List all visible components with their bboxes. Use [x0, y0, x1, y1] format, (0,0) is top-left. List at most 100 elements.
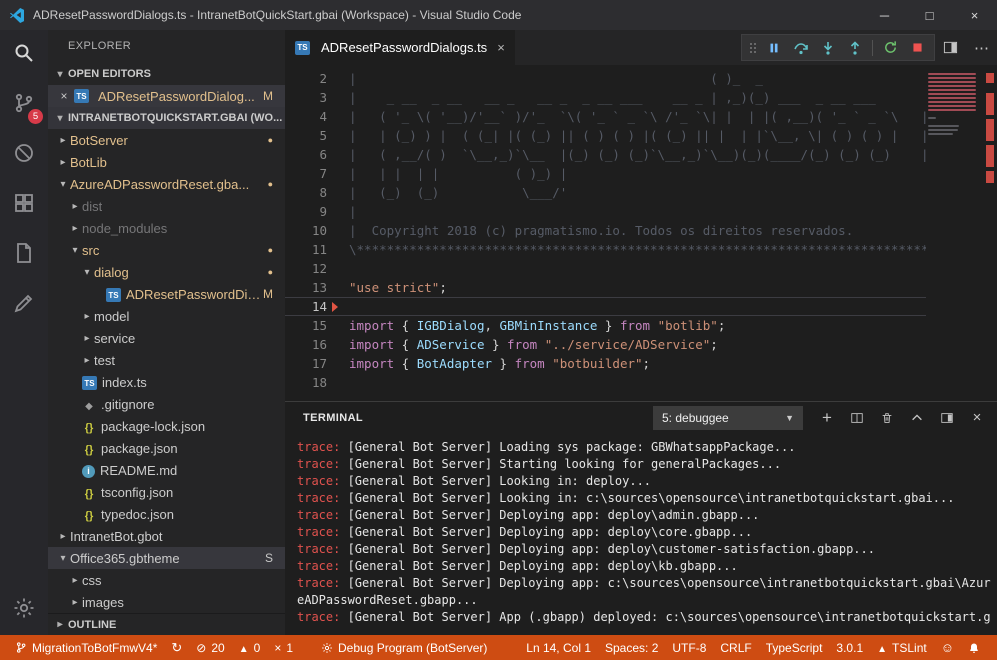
line-number[interactable]: 10 [285, 221, 327, 240]
status-problems-warnings[interactable]: ▲0 [232, 641, 268, 655]
move-panel-icon[interactable] [939, 410, 955, 426]
status-cursor-position[interactable]: Ln 14, Col 1 [519, 641, 598, 655]
open-editors-header[interactable]: ▾ OPEN EDITORS [48, 63, 285, 85]
activity-bar-item-source-control[interactable]: 5 [0, 80, 48, 130]
activity-bar-item-settings[interactable] [0, 585, 48, 635]
restart-button[interactable] [878, 36, 902, 60]
line-number[interactable]: 9 [285, 202, 327, 221]
code-line-15[interactable]: 15import { IGBDialog, GBMinInstance } fr… [285, 316, 997, 335]
tree-item-intranetbot-gbot[interactable]: ▸IntranetBot.gbot [48, 525, 285, 547]
status-language-mode[interactable]: TypeScript [759, 641, 830, 655]
status-close-count[interactable]: ×1 [267, 641, 300, 655]
tree-item-readme-md[interactable]: iREADME.md [48, 459, 285, 481]
line-number[interactable]: 13 [285, 278, 327, 297]
activity-bar-item-debug[interactable] [0, 130, 48, 180]
status-tslint-status[interactable]: ▲TSLint [870, 641, 934, 655]
line-number[interactable]: 15 [285, 316, 327, 335]
new-terminal-icon[interactable]: + [819, 410, 835, 426]
status-feedback[interactable]: ☺ [934, 641, 961, 655]
code-line-2[interactable]: 2| ( )_ _ | [285, 69, 997, 88]
code-line-17[interactable]: 17import { BotAdapter } from "botbuilder… [285, 354, 997, 373]
line-number[interactable]: 8 [285, 183, 327, 202]
code-line-14[interactable]: 14 [285, 297, 997, 316]
status-problems-errors[interactable]: ⊘20 [189, 641, 231, 655]
minimize-button[interactable]: ─ [862, 0, 907, 30]
status-typescript-version[interactable]: 3.0.1 [829, 641, 870, 655]
code-line-9[interactable]: 9| | [285, 202, 997, 221]
outline-header[interactable]: ▸ OUTLINE [48, 613, 285, 635]
tree-item-azureadpasswordreset-gba-[interactable]: ▾AzureADPasswordReset.gba...● [48, 173, 285, 195]
open-editor-item[interactable]: × TS ADResetPasswordDialog... M [48, 85, 285, 107]
status-encoding[interactable]: UTF-8 [665, 641, 713, 655]
line-number[interactable]: 5 [285, 126, 327, 145]
tree-item-office365-gbtheme[interactable]: ▾Office365.gbthemeS [48, 547, 285, 569]
line-number[interactable]: 14 [285, 297, 327, 316]
terminal-output[interactable]: trace: [General Bot Server] Loading sys … [285, 433, 997, 635]
tree-item-package-lock-json[interactable]: {}package-lock.json [48, 415, 285, 437]
tree-item-src[interactable]: ▾src● [48, 239, 285, 261]
activity-bar-item-extensions[interactable] [0, 180, 48, 230]
code-line-3[interactable]: 3| _ __ _ __ __ _ __ _ _ __ ___ __ _ | ,… [285, 88, 997, 107]
line-number[interactable]: 7 [285, 164, 327, 183]
close-tab-icon[interactable]: × [497, 40, 505, 55]
terminal-tab[interactable]: TERMINAL [303, 412, 363, 424]
drag-grip-icon[interactable] [747, 36, 759, 60]
line-number[interactable]: 6 [285, 145, 327, 164]
line-number[interactable]: 12 [285, 259, 327, 278]
code-line-5[interactable]: 5| | (_) ) | ( (_| |( (_) || ( ) ( ) |( … [285, 126, 997, 145]
code-line-7[interactable]: 7| | | | | ( )_) | | [285, 164, 997, 183]
code-line-4[interactable]: 4| ( '_ \( '__)/'__` )/'_ `\( '_ ` _ `\ … [285, 107, 997, 126]
close-button[interactable]: × [952, 0, 997, 30]
activity-bar-item-edit[interactable] [0, 280, 48, 330]
tree-item-test[interactable]: ▸test [48, 349, 285, 371]
line-number[interactable]: 17 [285, 354, 327, 373]
close-panel-icon[interactable]: × [969, 410, 985, 426]
tree-item-dialog[interactable]: ▾dialog● [48, 261, 285, 283]
line-number[interactable]: 2 [285, 69, 327, 88]
tab-adresetpassworddialogs[interactable]: TS ADResetPasswordDialogs.ts × [285, 30, 516, 65]
code-line-13[interactable]: 13"use strict"; [285, 278, 997, 297]
status-debug-config[interactable]: Debug Program (BotServer) [314, 641, 494, 655]
status-notifications[interactable] [961, 642, 987, 654]
split-terminal-icon[interactable] [849, 410, 865, 426]
status-git-branch[interactable]: MigrationToBotFmwV4* [8, 641, 164, 655]
status-sync[interactable]: ↻ [164, 641, 189, 655]
step-over-button[interactable] [789, 36, 813, 60]
status-indentation[interactable]: Spaces: 2 [598, 641, 665, 655]
maximize-panel-icon[interactable] [909, 410, 925, 426]
tree-item-botserver[interactable]: ▸BotServer● [48, 129, 285, 151]
tree-item-typedoc-json[interactable]: {}typedoc.json [48, 503, 285, 525]
tree-item--gitignore[interactable]: ◆.gitignore [48, 393, 285, 415]
status-eol[interactable]: CRLF [713, 641, 758, 655]
line-number[interactable]: 3 [285, 88, 327, 107]
tree-item-service[interactable]: ▸service [48, 327, 285, 349]
activity-bar-item-search[interactable] [0, 30, 48, 80]
tree-item-node-modules[interactable]: ▸node_modules [48, 217, 285, 239]
code-line-11[interactable]: 11\*************************************… [285, 240, 997, 259]
close-editor-icon[interactable]: × [56, 89, 72, 103]
more-actions-icon[interactable]: ⋯ [974, 39, 989, 57]
activity-bar-item-files[interactable] [0, 230, 48, 280]
tree-item-index-ts[interactable]: TSindex.ts [48, 371, 285, 393]
line-number[interactable]: 4 [285, 107, 327, 126]
line-number[interactable]: 16 [285, 335, 327, 354]
maximize-button[interactable]: □ [907, 0, 952, 30]
kill-terminal-icon[interactable] [879, 410, 895, 426]
line-number[interactable]: 18 [285, 373, 327, 392]
tree-item-adresetpassworddial-[interactable]: TSADResetPasswordDial...M [48, 283, 285, 305]
code-line-12[interactable]: 12 [285, 259, 997, 278]
code-line-8[interactable]: 8| (_) (_) \___/' | [285, 183, 997, 202]
overview-ruler[interactable] [983, 65, 997, 401]
step-out-button[interactable] [843, 36, 867, 60]
stop-button[interactable] [905, 36, 929, 60]
tree-item-images[interactable]: ▸images [48, 591, 285, 613]
tree-item-model[interactable]: ▸model [48, 305, 285, 327]
workspace-section-header[interactable]: ▾ INTRANETBOTQUICKSTART.GBAI (WO... [48, 107, 285, 129]
tree-item-botlib[interactable]: ▸BotLib [48, 151, 285, 173]
code-line-16[interactable]: 16import { ADService } from "../service/… [285, 335, 997, 354]
tree-item-css[interactable]: ▸css [48, 569, 285, 591]
code-line-10[interactable]: 10| Copyright 2018 (c) pragmatismo.io. T… [285, 221, 997, 240]
tree-item-package-json[interactable]: {}package.json [48, 437, 285, 459]
minimap[interactable] [926, 65, 983, 401]
terminal-select[interactable]: 5: debuggee ▼ [653, 406, 803, 430]
